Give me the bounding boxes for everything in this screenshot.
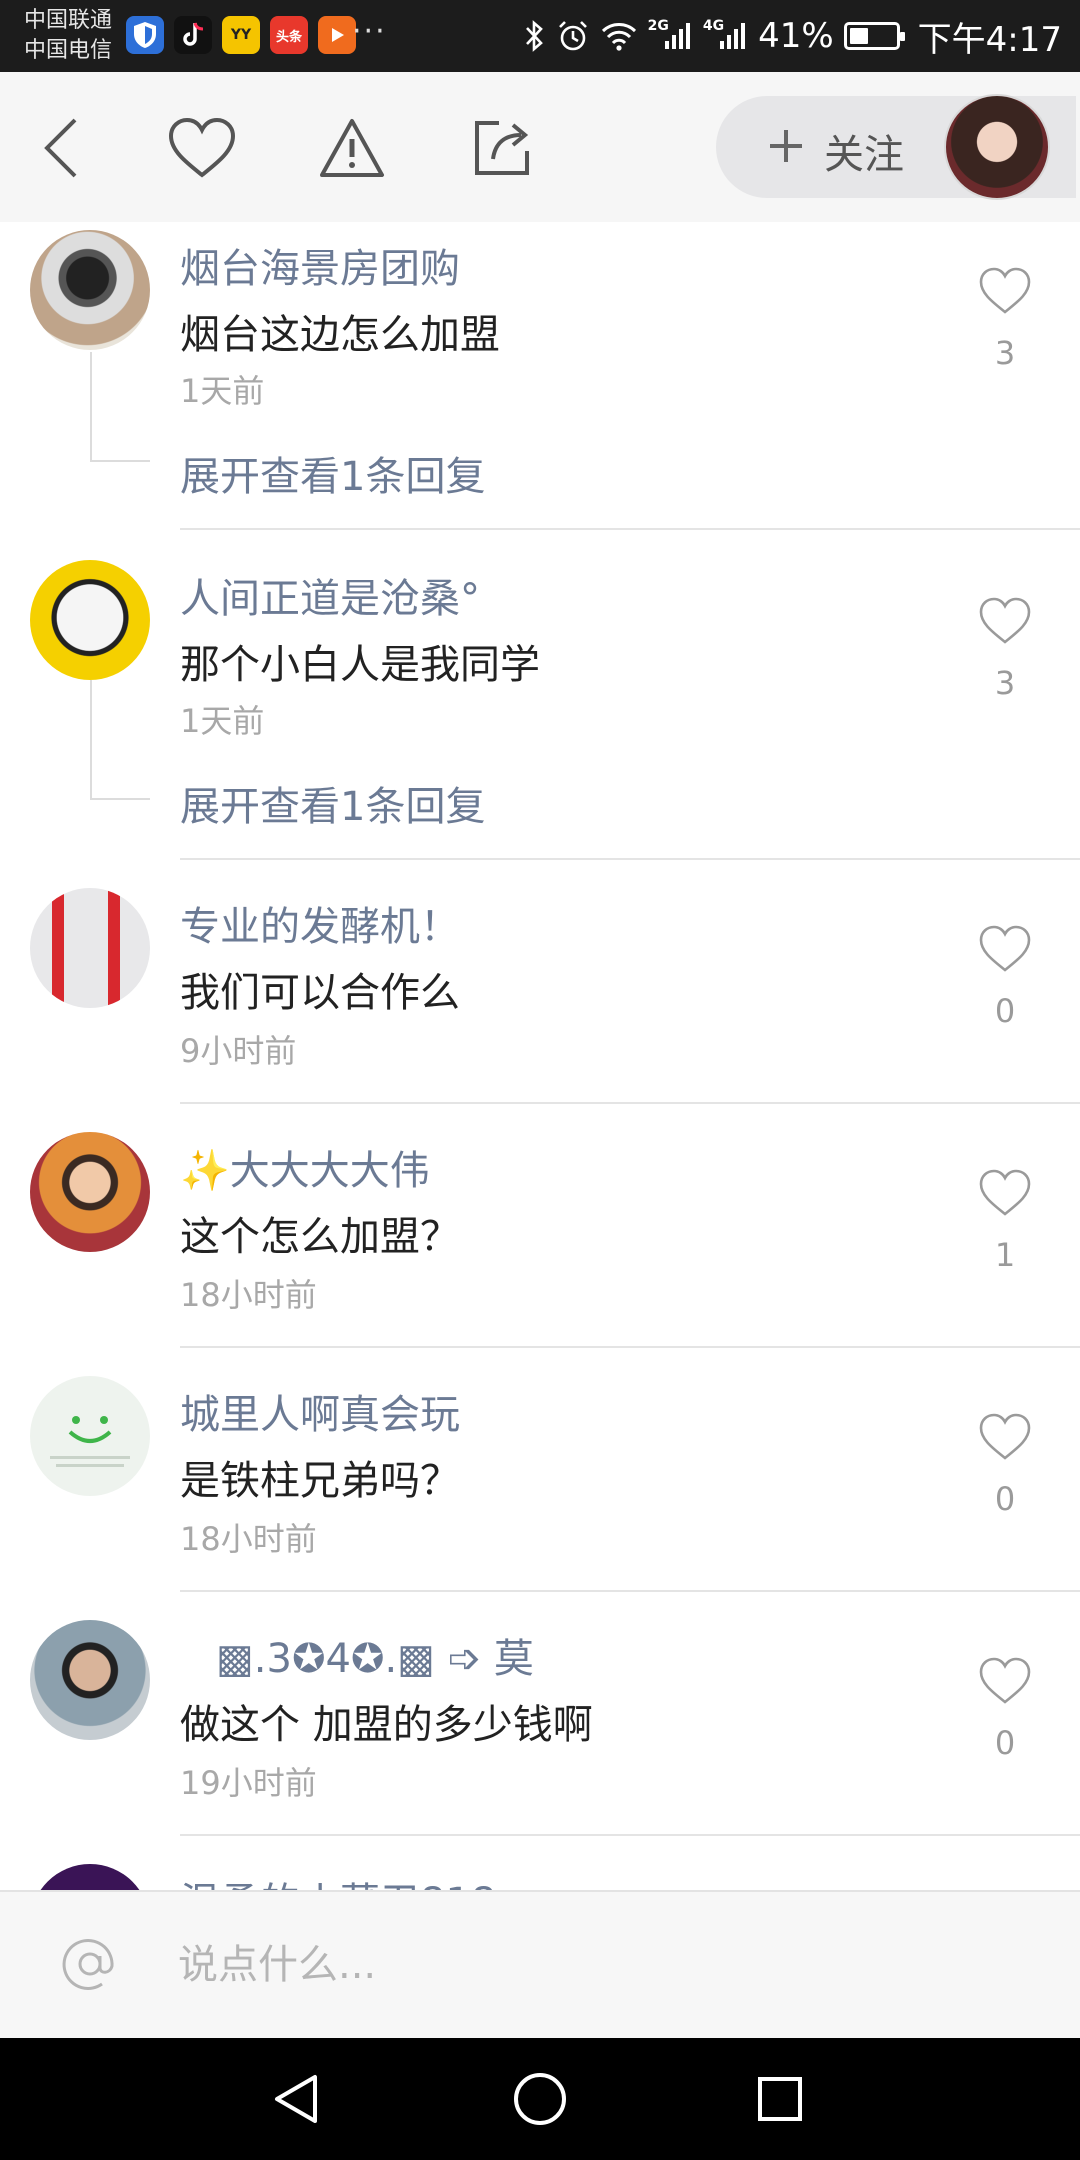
carrier-1: 中国联通 (24, 8, 113, 33)
network-label-4g: 4G (702, 18, 725, 34)
commenter-name[interactable]: 温柔的小董卫818 (180, 1870, 496, 1890)
toutiao-app-icon: 头条 (270, 16, 308, 54)
commenter-name[interactable]: 专业的发酵机！ (180, 894, 460, 952)
like-post-button[interactable] (162, 108, 242, 188)
smiley-avatar-icon (50, 1416, 130, 1467)
status-indicators: 4G 2G 4G 41% 下午4:17 (524, 0, 1062, 72)
expand-replies-link[interactable]: 展开查看1条回复 (180, 774, 485, 832)
heart-icon (168, 117, 236, 178)
alarm-icon (556, 19, 590, 53)
comment-time: 1天前 (180, 372, 265, 410)
triangle-back-icon (275, 2075, 317, 2123)
status-bar: 中国联通 中国电信 YY 头条 ··· 4G 2G 4G (0, 0, 1080, 72)
heart-icon[interactable] (978, 1168, 1032, 1218)
circle-home-icon (514, 2073, 566, 2125)
commenter-name[interactable]: 人间正道是沧桑° (180, 566, 480, 624)
video-app-icon (318, 16, 356, 54)
heart-icon[interactable] (978, 924, 1032, 974)
battery-icon (843, 22, 905, 50)
system-nav-bar (0, 2038, 1080, 2160)
comment-time: 18小时前 (180, 1276, 317, 1314)
plus-icon (770, 130, 802, 162)
comment-time: 19小时前 (180, 1764, 317, 1802)
like-count: 0 (994, 1724, 1016, 1762)
comment-text: 是铁柱兄弟吗？ (180, 1458, 460, 1504)
comment-item: 人间正道是沧桑° 那个小白人是我同学 1天前 展开查看1条回复 3 (0, 530, 1080, 860)
comment-item: 城里人啊真会玩 是铁柱兄弟吗？ 18小时前 0 (0, 1348, 1080, 1592)
reply-thread-line (90, 352, 150, 462)
warning-icon (320, 119, 384, 177)
carrier-info: 中国联通 中国电信 (24, 6, 112, 66)
comment-text: 这个怎么加盟？ (180, 1214, 460, 1260)
reply-thread-line (90, 680, 150, 800)
commenter-name[interactable]: 烟台海景房团购 (180, 236, 460, 294)
expand-replies-link[interactable]: 展开查看1条回复 (180, 444, 485, 502)
comment-item: ▩.3✪4✪.▩ ➩ 莫 做这个 加盟的多少钱啊 19小时前 0 (0, 1592, 1080, 1836)
follow-label: 关注 (824, 132, 904, 178)
comment-input[interactable] (178, 1932, 998, 1998)
signal-4g-icon: 4G (702, 18, 748, 51)
commenter-name[interactable]: ✨大大大大伟 (180, 1138, 430, 1196)
commenter-avatar[interactable] (30, 560, 150, 680)
author-avatar[interactable] (944, 94, 1050, 200)
comment-text: 那个小白人是我同学 (180, 642, 540, 688)
like-count: 3 (994, 334, 1016, 372)
comment-item: 温柔的小董卫818 (0, 1836, 1080, 1890)
shield-app-icon (126, 16, 164, 54)
clock: 下午4:17 (917, 19, 1062, 60)
bluetooth-icon (524, 19, 546, 53)
square-recents-icon (758, 2077, 802, 2121)
nav-back-button[interactable] (262, 2064, 332, 2134)
comment-time: 18小时前 (180, 1520, 317, 1558)
comment-text: 做这个 加盟的多少钱啊 (180, 1702, 593, 1748)
yy-app-icon: YY (222, 16, 260, 54)
heart-icon[interactable] (978, 1656, 1032, 1706)
like-count: 1 (994, 1236, 1016, 1274)
share-button[interactable] (462, 108, 542, 188)
nav-home-button[interactable] (505, 2064, 575, 2134)
top-toolbar: 关注 (0, 72, 1080, 222)
heart-icon[interactable] (978, 266, 1032, 316)
back-button[interactable] (22, 108, 102, 188)
commenter-avatar[interactable] (30, 230, 150, 350)
comment-time: 1天前 (180, 702, 265, 740)
commenter-avatar[interactable] (30, 1376, 150, 1496)
commenter-name[interactable]: ▩.3✪4✪.▩ ➩ 莫 (216, 1626, 534, 1684)
carrier-2: 中国电信 (24, 38, 113, 63)
mention-icon[interactable] (60, 1934, 120, 1994)
back-arrow-icon (44, 118, 77, 178)
commenter-name[interactable]: 城里人啊真会玩 (180, 1382, 460, 1440)
comment-list[interactable]: 烟台海景房团购 烟台这边怎么加盟 1天前 展开查看1条回复 3 人间正道是沧桑°… (0, 222, 1080, 1890)
battery-percent: 41% (758, 16, 834, 56)
comment-text: 烟台这边怎么加盟 (180, 312, 500, 358)
comment-input-bar (0, 1890, 1080, 2038)
network-label-2g: 2G (647, 18, 669, 34)
heart-icon[interactable] (978, 596, 1032, 646)
comment-time: 9小时前 (180, 1032, 297, 1070)
like-count: 0 (994, 992, 1016, 1030)
tiktok-app-icon (174, 16, 212, 54)
like-count: 3 (994, 664, 1016, 702)
wifi-icon (600, 20, 638, 52)
heart-icon[interactable] (978, 1412, 1032, 1462)
comment-item: 烟台海景房团购 烟台这边怎么加盟 1天前 展开查看1条回复 3 (0, 222, 1080, 534)
comment-text: 我们可以合作么 (180, 970, 460, 1016)
comment-item: ✨大大大大伟 这个怎么加盟？ 18小时前 1 (0, 1104, 1080, 1348)
signal-2g-icon: 4G 2G (647, 18, 693, 51)
nav-recents-button[interactable] (745, 2064, 815, 2134)
comment-item: 专业的发酵机！ 我们可以合作么 9小时前 0 (0, 860, 1080, 1104)
commenter-avatar[interactable] (30, 888, 150, 1008)
like-count: 0 (994, 1480, 1016, 1518)
notification-app-icons: YY 头条 (126, 16, 356, 54)
more-notifications-icon: ··· (352, 14, 387, 49)
report-button[interactable] (312, 108, 392, 188)
share-icon (475, 121, 529, 175)
battery-fill (849, 28, 868, 44)
commenter-avatar[interactable] (30, 1132, 150, 1252)
commenter-avatar[interactable] (30, 1864, 150, 1890)
commenter-avatar[interactable] (30, 1620, 150, 1740)
